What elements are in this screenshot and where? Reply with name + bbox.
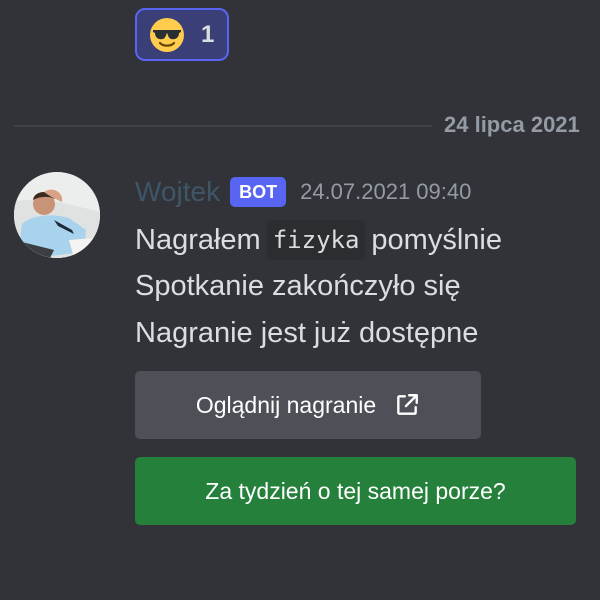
avatar-image [14, 172, 100, 258]
date-divider-line [14, 125, 432, 127]
same-time-next-week-label: Za tydzień o tej samej porze? [205, 477, 506, 504]
watch-recording-button[interactable]: Oglądnij nagranie [135, 371, 481, 439]
message-text: Nagrałem [135, 224, 261, 256]
watch-recording-label: Oglądnij nagranie [195, 391, 377, 418]
external-link-icon [397, 394, 419, 415]
message-header: Wojtek BOT 24.07.2021 09:40 [135, 172, 471, 212]
message-timestamp: 24.07.2021 09:40 [300, 179, 472, 204]
inline-code: fizyka [266, 220, 366, 260]
date-divider-label: 24 lipca 2021 [444, 112, 580, 137]
same-time-next-week-button[interactable]: Za tydzień o tej samej porze? [135, 457, 576, 525]
author-name[interactable]: Wojtek [135, 176, 220, 208]
reaction-count: 1 [201, 20, 215, 48]
message-line-1: Nagrałem fizyka pomyślnie [135, 220, 502, 260]
reaction-pill[interactable]: 1 [135, 8, 229, 61]
message-text: pomyślnie [371, 224, 502, 256]
message-line-3: Nagranie jest już dostępne [135, 317, 479, 349]
sunglasses-emoji-icon [150, 17, 184, 52]
bot-badge: BOT [230, 177, 287, 207]
avatar[interactable] [14, 172, 100, 258]
chat-view: 1 24 lipca 2021 Wojtek BOT 24.07.2021 09… [0, 0, 600, 600]
message-line-2: Spotkanie zakończyło się [135, 270, 461, 302]
